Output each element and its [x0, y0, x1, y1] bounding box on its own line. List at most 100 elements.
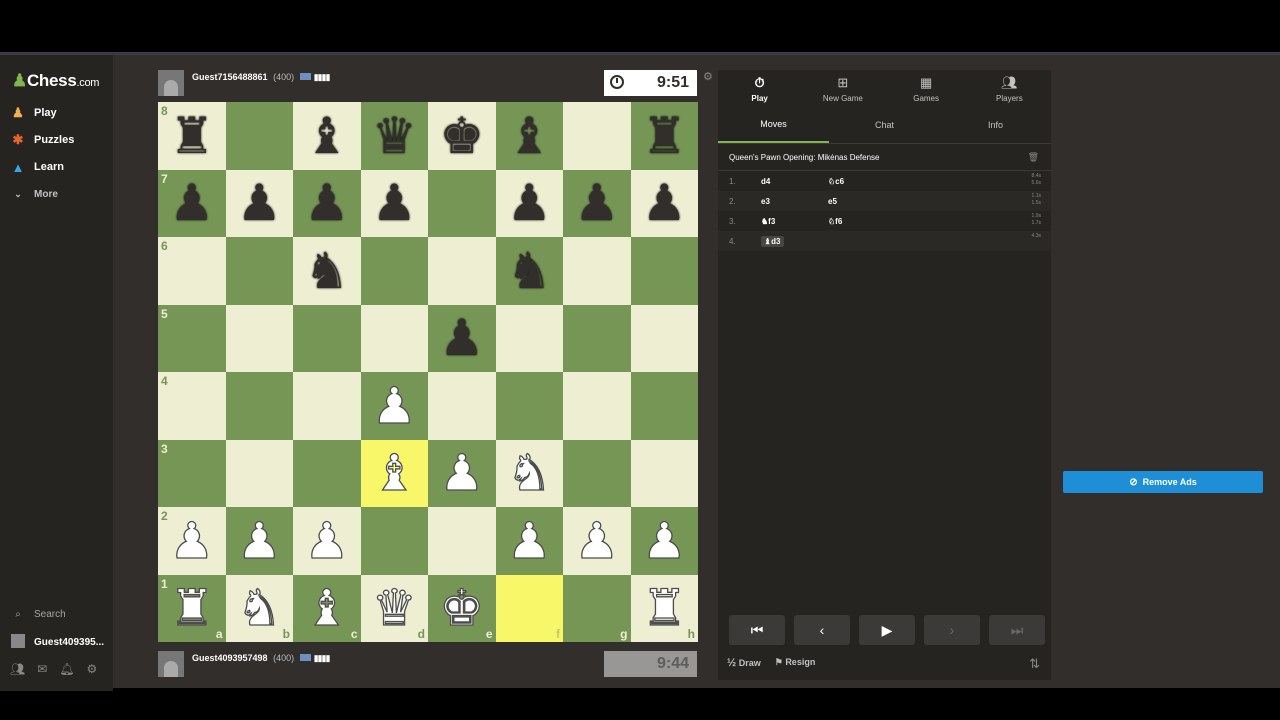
white-bishop-icon[interactable]: ♝ [304, 583, 350, 634]
black-king-icon[interactable]: ♚ [439, 111, 484, 161]
tab-moves[interactable]: Moves [718, 107, 829, 143]
chess-board[interactable]: 8 ♜ ♝ ♛ ♚ ♝ ♜ 7 ♟ ♟ ♟ ♟ ♟ ♟ ♟ 6 ♞ ♞ 5 ♟ 4 ♟ 3 ♝ ♟ ♞ 2 ♟ ♟ ♟ ♟ ♟ ♟ 1 a ♜ b ♞ c ♝… [158, 102, 698, 642]
square-c1[interactable]: c ♝ [293, 574, 361, 642]
square-b1[interactable]: b ♞ [225, 574, 293, 642]
square-f6[interactable]: ♞ [495, 237, 563, 305]
player-name[interactable]: Guest7156488861 [192, 72, 268, 82]
sidebar-item-play[interactable]: ♟ Play [10, 105, 56, 121]
gear-icon[interactable]: ⚙ [87, 662, 98, 676]
square-d3[interactable]: ♝ [360, 439, 428, 507]
square-b2[interactable]: ♟ [225, 507, 293, 575]
black-pawn-icon[interactable]: ♟ [439, 313, 484, 363]
square-h6[interactable] [630, 237, 698, 305]
square-h3[interactable] [630, 439, 698, 507]
square-c2[interactable]: ♟ [293, 507, 361, 575]
tab-play[interactable]: ⏱ Play [718, 70, 801, 107]
black-pawn-icon[interactable]: ♟ [304, 178, 349, 228]
sidebar-item-more[interactable]: ⌄ More [10, 186, 58, 202]
board-settings-icon[interactable]: ⚙ [703, 70, 713, 83]
sidebar-item-puzzles[interactable]: ✱ Puzzles [10, 132, 75, 148]
square-e1[interactable]: e ♚ [428, 574, 496, 642]
next-move-button[interactable]: › [924, 615, 980, 645]
square-d2[interactable] [360, 507, 428, 575]
play-button[interactable]: ▶ [859, 615, 915, 645]
first-move-button[interactable]: ⏮︎ [729, 615, 785, 645]
square-c3[interactable] [293, 439, 361, 507]
black-move[interactable]: e5 [828, 197, 837, 206]
square-c5[interactable] [293, 304, 361, 372]
square-f3[interactable]: ♞ [495, 439, 563, 507]
white-move[interactable]: ♝d3 [761, 235, 784, 247]
square-g5[interactable] [563, 304, 631, 372]
avatar[interactable] [158, 651, 184, 677]
square-g8[interactable] [563, 102, 631, 170]
black-rook-icon[interactable]: ♜ [642, 111, 687, 161]
square-e6[interactable] [428, 237, 496, 305]
white-move[interactable]: e3 [761, 197, 770, 206]
square-f2[interactable]: ♟ [495, 507, 563, 575]
square-b4[interactable] [225, 372, 293, 440]
square-b5[interactable] [225, 304, 293, 372]
square-f4[interactable] [495, 372, 563, 440]
square-a7[interactable]: 7 ♟ [158, 169, 226, 237]
square-b6[interactable] [225, 237, 293, 305]
tab-new-game[interactable]: ⊞ New Game [801, 70, 884, 107]
square-a3[interactable]: 3 [158, 439, 226, 507]
resign-button[interactable]: ⚑ Resign [775, 657, 816, 669]
white-knight-icon[interactable]: ♞ [236, 583, 282, 634]
square-c8[interactable]: ♝ [293, 102, 361, 170]
draw-button[interactable]: ½ Draw [727, 657, 761, 669]
square-d6[interactable] [360, 237, 428, 305]
white-move[interactable]: ♞f3 [761, 217, 775, 226]
white-pawn-icon[interactable]: ♟ [439, 448, 485, 499]
white-queen-icon[interactable]: ♛ [371, 583, 417, 634]
white-pawn-icon[interactable]: ♟ [371, 380, 417, 431]
black-bishop-icon[interactable]: ♝ [507, 111, 552, 161]
square-c6[interactable]: ♞ [293, 237, 361, 305]
square-c4[interactable] [293, 372, 361, 440]
tab-info[interactable]: Info [940, 107, 1051, 143]
opening-name[interactable]: Queen's Pawn Opening: Mikėnas Defense [729, 153, 880, 162]
square-g3[interactable] [563, 439, 631, 507]
square-e5[interactable]: ♟ [428, 304, 496, 372]
square-c7[interactable]: ♟ [293, 169, 361, 237]
black-move[interactable]: ♘c6 [828, 177, 844, 186]
black-queen-icon[interactable]: ♛ [372, 111, 417, 161]
tab-players[interactable]: 👥︎ Players [968, 70, 1051, 107]
square-h4[interactable] [630, 372, 698, 440]
previous-move-button[interactable]: ‹ [794, 615, 850, 645]
square-a4[interactable]: 4 [158, 372, 226, 440]
square-e8[interactable]: ♚ [428, 102, 496, 170]
trash-icon[interactable]: 🗑︎ [1028, 152, 1039, 163]
square-b8[interactable] [225, 102, 293, 170]
player-name[interactable]: Guest4093957498 [192, 653, 268, 663]
square-a6[interactable]: 6 [158, 237, 226, 305]
white-pawn-icon[interactable]: ♟ [169, 515, 215, 566]
white-king-icon[interactable]: ♚ [439, 583, 485, 634]
white-pawn-icon[interactable]: ♟ [506, 515, 552, 566]
black-knight-icon[interactable]: ♞ [304, 246, 349, 296]
square-f1[interactable]: f [495, 574, 563, 642]
square-e2[interactable] [428, 507, 496, 575]
square-h2[interactable]: ♟ [630, 507, 698, 575]
square-g4[interactable] [563, 372, 631, 440]
white-move[interactable]: d4 [761, 177, 770, 186]
square-h8[interactable]: ♜ [630, 102, 698, 170]
square-f5[interactable] [495, 304, 563, 372]
square-f8[interactable]: ♝ [495, 102, 563, 170]
chess-com-logo[interactable]: ♟Chess.com [12, 71, 99, 91]
avatar[interactable] [158, 70, 184, 96]
square-e4[interactable] [428, 372, 496, 440]
black-pawn-icon[interactable]: ♟ [372, 178, 417, 228]
square-e3[interactable]: ♟ [428, 439, 496, 507]
white-pawn-icon[interactable]: ♟ [574, 515, 620, 566]
square-d7[interactable]: ♟ [360, 169, 428, 237]
black-pawn-icon[interactable]: ♟ [574, 178, 619, 228]
flip-board-icon[interactable]: ⇅ [1029, 656, 1040, 672]
black-move[interactable]: ♘f6 [828, 217, 842, 226]
friends-icon[interactable]: 👥︎ [10, 662, 25, 676]
white-rook-icon[interactable]: ♜ [169, 583, 215, 634]
sidebar-user[interactable]: Guest409395... [10, 634, 104, 651]
black-pawn-icon[interactable]: ♟ [507, 178, 552, 228]
white-bishop-icon[interactable]: ♝ [371, 448, 417, 499]
